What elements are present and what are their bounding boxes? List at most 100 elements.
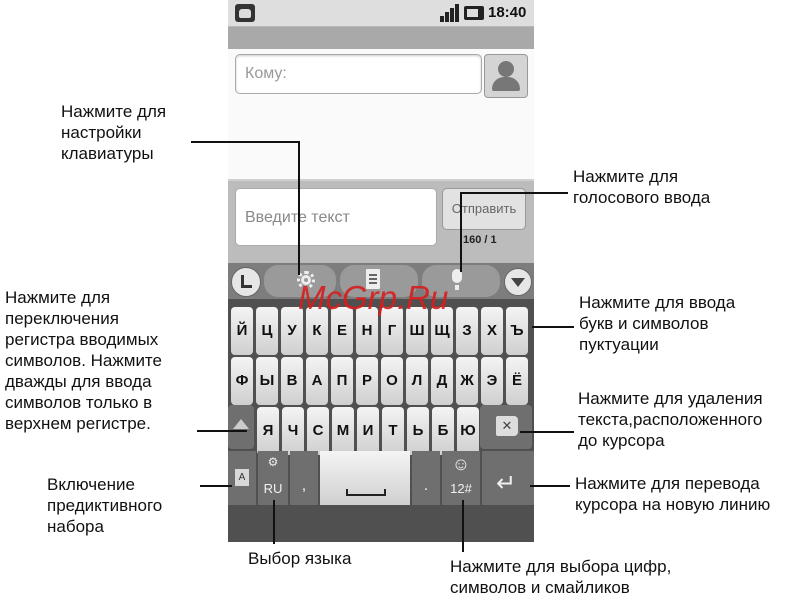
letter-key[interactable]: Й xyxy=(231,307,253,355)
comma-label: , xyxy=(301,477,307,494)
annotation-line: Нажмите для xyxy=(61,102,167,121)
letter-key[interactable]: Ъ xyxy=(506,307,528,355)
status-bar: 18:40 xyxy=(228,0,534,27)
bottom-key-row: A ⚙ RU , . ☺ 12# ↵ xyxy=(228,451,534,505)
letter-key[interactable]: Л xyxy=(406,357,428,405)
contact-picker-button[interactable] xyxy=(484,54,528,98)
letter-key[interactable]: Ь xyxy=(407,407,429,455)
shift-icon[interactable] xyxy=(228,405,254,449)
comma-key[interactable]: , xyxy=(290,451,318,505)
letter-key[interactable]: В xyxy=(281,357,303,405)
annotation-line: Включение xyxy=(47,475,135,494)
annotation-delete: Нажмите для удаления текста,расположенно… xyxy=(578,388,763,451)
annotation-line: переключения xyxy=(5,309,119,328)
annotation-voice: Нажмите для голосового ввода xyxy=(573,166,710,208)
annotation-line: предиктивного xyxy=(47,496,163,515)
letter-key[interactable]: Ы xyxy=(256,357,278,405)
annotation-line: Нажмите для перевода xyxy=(575,474,760,493)
hide-keyboard-icon[interactable] xyxy=(504,268,532,296)
annotation-line: голосового ввода xyxy=(573,188,711,207)
annotation-line: пуктуации xyxy=(579,335,659,354)
leader-line-voice xyxy=(460,192,568,194)
leader-line-settings-vertical xyxy=(298,141,300,275)
annotation-predictive: Включение предиктивного набора xyxy=(47,474,162,537)
recipient-area: Кому: xyxy=(228,49,534,179)
message-input[interactable]: Введите текст xyxy=(235,188,437,246)
annotation-letters: Нажмите для ввода букв и символов пуктуа… xyxy=(579,292,735,355)
small-gear-icon: ⚙ xyxy=(267,455,279,469)
status-time: 18:40 xyxy=(488,4,527,21)
enter-key[interactable]: ↵ xyxy=(482,451,534,505)
letter-key[interactable]: Р xyxy=(356,357,378,405)
char-counter: 160 / 1 xyxy=(463,234,497,246)
annotation-line: Нажмите для удаления xyxy=(578,389,763,408)
predictive-toggle-key[interactable]: A xyxy=(228,451,256,505)
leader-line-language xyxy=(273,500,275,544)
letter-key[interactable]: Я xyxy=(257,407,279,455)
annotation-newline: Нажмите для перевода курсора на новую ли… xyxy=(575,473,770,515)
letter-key[interactable]: С xyxy=(307,407,329,455)
annotation-line: до курсора xyxy=(578,431,665,450)
send-button[interactable]: Отправить xyxy=(442,188,526,230)
letter-key[interactable]: П xyxy=(331,357,353,405)
annotation-shift: Нажмите для переключения регистра вводим… xyxy=(5,287,162,434)
letter-key[interactable]: Ц xyxy=(256,307,278,355)
annotation-line: курсора на новую линию xyxy=(575,495,771,514)
leader-line-newline xyxy=(530,485,570,487)
letter-key[interactable]: Ф xyxy=(231,357,253,405)
predictive-icon: A xyxy=(235,469,249,486)
leader-line-letters xyxy=(532,326,574,328)
annotation-line: верхнем регистре. xyxy=(5,414,151,433)
letter-key[interactable]: Т xyxy=(382,407,404,455)
symbols-label: 12# xyxy=(450,481,472,496)
leader-line-delete xyxy=(520,431,574,433)
letter-key[interactable]: Э xyxy=(481,357,503,405)
smiley-icon: ☺ xyxy=(451,454,471,474)
letter-key[interactable]: Ё xyxy=(506,357,528,405)
annotation-line: Нажмите для ввода xyxy=(579,293,736,312)
swype-logo-icon[interactable] xyxy=(231,267,261,297)
annotation-line: Нажмите для xyxy=(5,288,111,307)
period-label: . xyxy=(423,477,429,494)
leader-line-predictive xyxy=(200,485,232,487)
leader-line-voice-vertical xyxy=(460,192,462,272)
contact-icon-body xyxy=(492,77,520,91)
battery-icon xyxy=(464,6,484,20)
delete-icon[interactable] xyxy=(480,405,532,449)
recipient-placeholder: Кому: xyxy=(245,65,287,82)
annotation-line: набора xyxy=(47,517,104,536)
letter-key[interactable]: Ж xyxy=(456,357,478,405)
letter-key[interactable]: М xyxy=(332,407,354,455)
language-key[interactable]: ⚙ RU xyxy=(258,451,288,505)
annotation-line: дважды для ввода xyxy=(5,372,152,391)
annotation-line: символов и смайликов xyxy=(450,578,630,597)
annotation-line: Нажмите для xyxy=(573,167,679,186)
space-key[interactable] xyxy=(320,451,410,505)
signal-icon xyxy=(440,4,460,22)
symbols-key[interactable]: ☺ 12# xyxy=(442,451,480,505)
watermark: McGrp.Ru xyxy=(298,279,449,316)
phone-screen: 18:40 Кому: Введите текст Отправить 160 … xyxy=(228,0,534,542)
letter-key[interactable]: З xyxy=(456,307,478,355)
leader-line-symbols xyxy=(462,500,464,552)
annotation-line: текста,расположенного xyxy=(578,410,763,429)
letter-key[interactable]: Ч xyxy=(282,407,304,455)
language-code: RU xyxy=(263,481,283,496)
enter-icon: ↵ xyxy=(496,470,517,497)
leader-line-shift xyxy=(197,430,247,432)
annotation-line: символов только в xyxy=(5,393,153,412)
letter-key[interactable]: И xyxy=(357,407,379,455)
letter-key[interactable]: Д xyxy=(431,357,453,405)
annotation-line: клавиатуры xyxy=(61,144,154,163)
letter-key[interactable]: Х xyxy=(481,307,503,355)
annotation-line: Нажмите для выбора цифр, xyxy=(450,557,672,576)
annotation-line: регистра вводимых xyxy=(5,330,159,349)
letter-key[interactable]: Ю xyxy=(457,407,479,455)
letter-key[interactable]: Б xyxy=(432,407,454,455)
letter-key[interactable]: О xyxy=(381,357,403,405)
recipient-input[interactable]: Кому: xyxy=(235,54,482,94)
annotation-line: символов. Нажмите xyxy=(5,351,162,370)
annotation-settings: Нажмите для настройки клавиатуры xyxy=(61,101,166,164)
letter-key[interactable]: А xyxy=(306,357,328,405)
period-key[interactable]: . xyxy=(412,451,440,505)
